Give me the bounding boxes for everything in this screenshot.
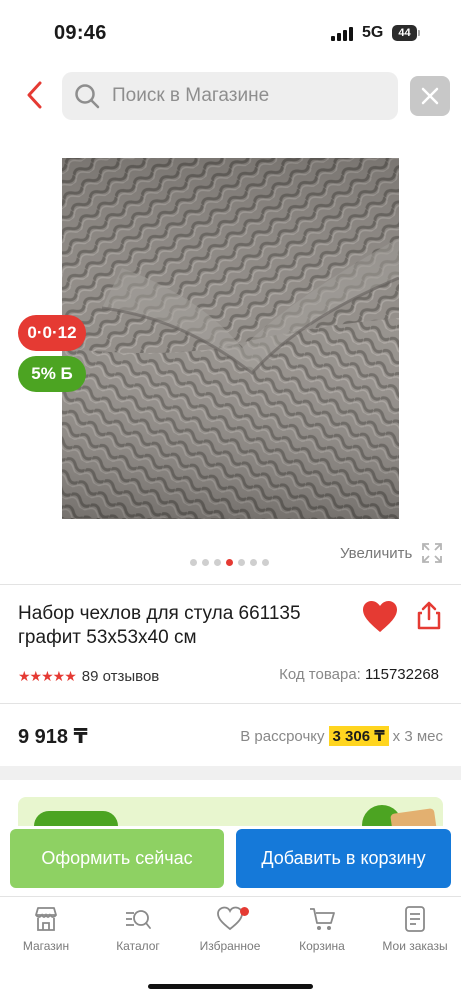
gallery-dot[interactable] [250, 559, 257, 566]
battery-level: 44 [392, 25, 417, 41]
search-icon [74, 82, 102, 110]
chevron-left-icon [27, 81, 42, 109]
product-code: Код товара: 115732268 [279, 666, 439, 683]
network-type: 5G [362, 24, 384, 41]
header [0, 70, 461, 122]
price-row: 9 918 ₸ В рассрочку 3 306 ₸ x 3 мес [18, 722, 443, 750]
nav-item-shop[interactable]: Магазин [0, 905, 92, 965]
divider [0, 584, 461, 585]
gallery-pagination [190, 559, 269, 567]
gallery-dot[interactable] [202, 559, 209, 566]
product-image[interactable] [62, 158, 399, 519]
heart-icon [363, 601, 397, 632]
gallery-dot[interactable] [262, 559, 269, 566]
cart-icon [310, 908, 335, 930]
nav-label: Магазин [22, 939, 70, 953]
nav-item-orders[interactable]: Мои заказы [369, 905, 461, 965]
battery-icon: 44 [392, 25, 420, 41]
home-indicator [148, 984, 313, 989]
nav-item-catalog[interactable]: Каталог [92, 905, 184, 965]
cta-bar: Оформить сейчас Добавить в корзину [0, 826, 461, 896]
status-time: 09:46 [54, 22, 107, 44]
divider [0, 703, 461, 704]
zoom-button[interactable]: Увеличить [340, 540, 444, 566]
buy-now-button[interactable]: Оформить сейчас [10, 829, 224, 888]
back-button[interactable] [18, 78, 52, 112]
add-to-cart-button[interactable]: Добавить в корзину [236, 829, 451, 888]
gallery-dot[interactable] [238, 559, 245, 566]
search-box[interactable] [62, 72, 398, 120]
nav-item-cart[interactable]: Корзина [276, 905, 368, 965]
gallery-dot[interactable] [214, 559, 221, 566]
installment-info[interactable]: В рассрочку 3 306 ₸ x 3 мес [240, 726, 443, 746]
reviews-link[interactable]: 89 отзывов [82, 668, 160, 685]
search-input[interactable] [112, 85, 372, 107]
close-icon [421, 87, 439, 105]
share-icon [417, 601, 441, 630]
nav-label: Каталог [116, 939, 160, 953]
catalog-search-icon [126, 910, 151, 929]
product-code-value: 115732268 [365, 666, 439, 683]
nav-item-favorites[interactable]: Избранное [184, 905, 276, 965]
notification-dot [240, 907, 249, 916]
section-separator [0, 766, 461, 780]
installment-amount: 3 306 ₸ [328, 726, 389, 746]
nav-label: Корзина [299, 939, 345, 953]
share-button[interactable] [413, 600, 445, 632]
gallery-dot[interactable] [190, 559, 197, 566]
expand-icon [422, 543, 443, 563]
orders-icon [405, 906, 425, 932]
timer-badge: 0·0·12 [18, 315, 86, 351]
installment-term: x 3 мес [392, 727, 443, 745]
signal-icon [331, 27, 355, 41]
gallery-dot[interactable] [226, 559, 233, 566]
nav-label: Мои заказы [382, 939, 448, 953]
installment-label: В рассрочку [240, 727, 325, 745]
status-bar: 09:46 5G 44 [0, 0, 461, 64]
product-title: Набор чехлов для стула 661135 графит 53х… [18, 603, 301, 648]
close-button[interactable] [410, 76, 450, 116]
shop-icon [35, 907, 57, 931]
nav-label: Избранное [199, 939, 261, 953]
rating-row[interactable]: ★★★★★ 89 отзывов [18, 666, 159, 686]
favorite-button[interactable] [362, 600, 398, 634]
product-code-label: Код товара: [279, 666, 361, 683]
rating-stars: ★★★★★ [18, 667, 77, 684]
discount-badge: 5% Б [18, 356, 86, 392]
price: 9 918 ₸ [18, 726, 88, 748]
zoom-label: Увеличить [340, 544, 413, 562]
